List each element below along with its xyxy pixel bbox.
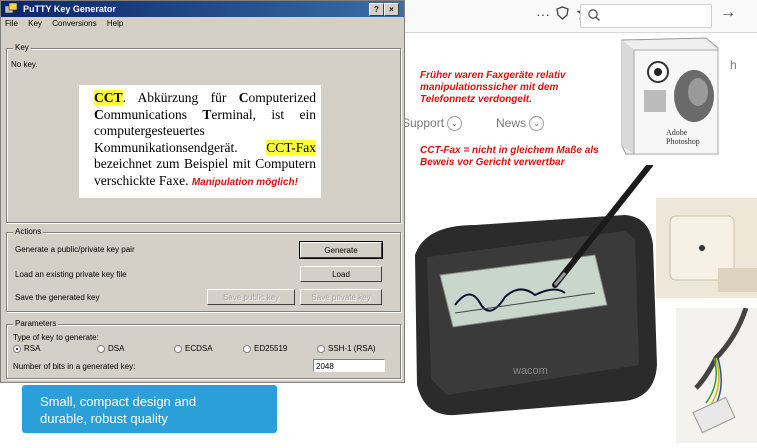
actions-group: Actions Generate a public/private key pa…	[6, 227, 401, 312]
definition-warning: Manipulation möglich!	[191, 176, 298, 188]
nav-support-label: Support	[402, 116, 445, 130]
putty-key-generator-window: PuTTY Key Generator ? × File Key Convers…	[0, 0, 405, 383]
close-button[interactable]: ×	[384, 3, 399, 16]
bits-input[interactable]: 2048	[313, 359, 385, 372]
save-label: Save the generated key	[15, 293, 100, 302]
radio-circle	[317, 344, 325, 353]
chevron-down-icon: ⌄	[447, 116, 463, 132]
radio-ecdsa-label: ECDSA	[185, 344, 213, 353]
definition-letter: C	[238, 90, 249, 105]
promo-banner: Small, compact design and durable, robus…	[22, 385, 277, 433]
parameters-group: Parameters Type of key to generate: RSA …	[6, 319, 401, 379]
nav-news-label: News	[496, 116, 527, 130]
definition-text: . Abkürzung für	[122, 90, 239, 105]
menu-bar: File Key Conversions Help	[1, 17, 404, 30]
more-icon[interactable]: ···	[536, 6, 550, 22]
product-label: Adobe Photoshop	[666, 128, 700, 146]
save-private-key-button[interactable]: Save private key	[300, 289, 382, 305]
arrow-right-icon[interactable]: →	[720, 4, 736, 22]
shield-icon[interactable]	[556, 6, 569, 23]
bits-label: Number of bits in a generated key:	[13, 362, 136, 371]
radio-dsa[interactable]: DSA	[97, 344, 124, 353]
definition-text: ommunications	[103, 106, 203, 122]
radio-circle	[13, 344, 21, 353]
radio-dsa-label: DSA	[108, 344, 125, 353]
radio-ecdsa[interactable]: ECDSA	[174, 344, 213, 353]
definition-card: CCT. Abkürzung für Computerized Communic…	[79, 85, 321, 198]
actions-group-legend: Actions	[13, 227, 44, 236]
promo-line-1: Small, compact design and	[40, 394, 197, 409]
radio-rsa-label: RSA	[24, 344, 41, 353]
parameters-group-legend: Parameters	[13, 319, 59, 328]
load-label: Load an existing private key file	[15, 270, 127, 279]
promo-line-2: durable, robust quality	[40, 411, 168, 426]
definition-letter: C	[94, 106, 104, 122]
signature-tablet-image: wacom	[395, 162, 660, 435]
radio-ed25519-label: ED25519	[254, 344, 288, 353]
key-status: No key.	[11, 60, 38, 69]
radio-circle	[174, 344, 182, 353]
radio-rsa[interactable]: RSA	[13, 344, 40, 353]
definition-term: CCT	[94, 90, 123, 105]
help-button[interactable]: ?	[369, 3, 384, 16]
key-group-legend: Key	[13, 43, 31, 52]
generate-label: Generate a public/private key pair	[15, 245, 135, 254]
annotation-note-1: Früher waren Faxgeräte relativ manipulat…	[420, 70, 566, 105]
radio-ssh1-rsa[interactable]: SSH-1 (RSA)	[317, 344, 376, 353]
menu-help[interactable]: Help	[107, 19, 123, 28]
search-input[interactable]	[580, 4, 712, 28]
search-icon	[587, 8, 601, 27]
radio-ed25519[interactable]: ED25519	[243, 344, 287, 353]
cable-connector-image	[676, 307, 757, 443]
radio-circle	[243, 344, 251, 353]
partial-text: h	[730, 58, 737, 72]
product-box-image: Adobe Photoshop	[614, 36, 726, 156]
window-titlebar[interactable]: PuTTY Key Generator ? ×	[1, 1, 404, 17]
radio-ssh1-rsa-label: SSH-1 (RSA)	[328, 344, 376, 353]
window-title: PuTTY Key Generator	[23, 4, 116, 14]
load-button[interactable]: Load	[300, 266, 382, 282]
radio-circle	[97, 344, 105, 353]
nav-news[interactable]: News ⌄	[496, 116, 545, 132]
phone-socket-image	[656, 198, 757, 298]
chevron-down-icon: ⌄	[529, 116, 545, 132]
key-type-label: Type of key to generate:	[13, 333, 99, 342]
generate-button[interactable]: Generate	[299, 241, 383, 259]
tablet-brand-label: wacom	[513, 365, 548, 377]
definition-fax-term: CCT-Fax	[266, 139, 316, 155]
definition-text: omputerized	[248, 90, 316, 105]
menu-conversions[interactable]: Conversions	[52, 19, 96, 28]
putty-app-icon	[5, 3, 17, 14]
save-public-key-button[interactable]: Save public key	[207, 289, 295, 305]
menu-key[interactable]: Key	[28, 19, 42, 28]
menu-file[interactable]: File	[5, 19, 18, 28]
nav-support[interactable]: Support ⌄	[402, 116, 463, 132]
